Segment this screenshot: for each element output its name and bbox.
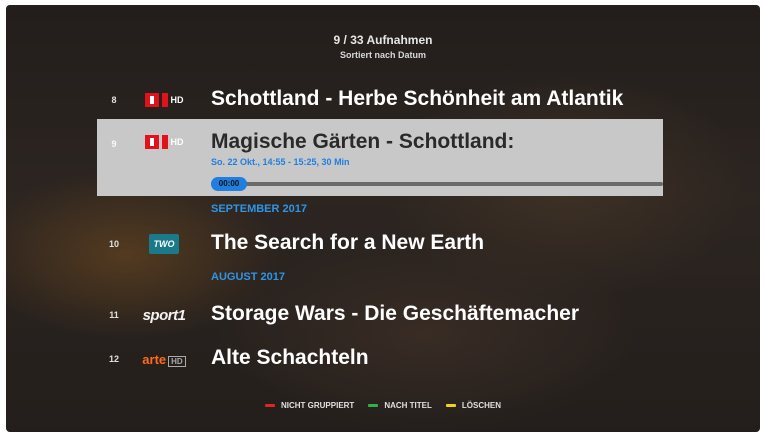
color-key-legend: NICHT GRUPPIERT NACH TITEL LÖSCHEN	[6, 401, 760, 410]
sort-label: Sortiert nach Datum	[339, 50, 426, 60]
red-key-action[interactable]: NICHT GRUPPIERT	[264, 401, 355, 410]
progress-track	[211, 182, 663, 186]
yellow-key-label: LÖSCHEN	[461, 401, 502, 410]
selected-recording-item[interactable]: 9 HD Magische Gärten - Schottland: So. 2…	[97, 119, 663, 196]
arte-logo-icon: arte HD	[142, 352, 186, 367]
header: 9 / 33 Aufnahmen Sortiert nach Datum	[6, 33, 760, 61]
item-number: 11	[109, 310, 119, 320]
item-number: 9	[111, 139, 117, 149]
recording-title: Schottland - Herbe Schönheit am Atlantik	[211, 87, 624, 110]
item-number: 8	[111, 95, 117, 105]
srf-logo-icon: HD	[144, 135, 184, 149]
recording-item[interactable]: 10 TWO The Search for a New Earth	[6, 230, 760, 260]
recording-title: Magische Gärten - Schottland:	[211, 130, 515, 153]
red-key-icon	[264, 404, 275, 407]
srf-logo-icon: HD	[144, 93, 184, 107]
recording-details: So. 22 Okt., 14:55 - 15:25, 30 Min	[211, 157, 350, 167]
channel-logo-bbc-two: TWO	[136, 234, 192, 254]
recordings-count: 9 / 33 Aufnahmen	[333, 33, 433, 47]
item-number: 12	[108, 354, 119, 364]
recording-item[interactable]: 8 HD Schottland - Herbe Schönheit am Atl…	[6, 86, 760, 116]
section-header: AUGUST 2017	[211, 271, 285, 283]
channel-logo-sport1: sport1	[136, 305, 192, 325]
red-key-label: NICHT GRUPPIERT	[280, 401, 355, 410]
item-number: 10	[108, 239, 119, 249]
recording-item[interactable]: 12 arte HD Alte Schachteln	[6, 345, 760, 375]
recordings-screen: 9 / 33 Aufnahmen Sortiert nach Datum 8 H…	[6, 5, 760, 432]
sport1-logo-icon: sport1	[142, 306, 186, 324]
section-header: SEPTEMBER 2017	[211, 203, 307, 215]
yellow-key-icon	[445, 404, 456, 407]
channel-logo-arte-hd: arte HD	[136, 349, 192, 369]
recording-title: Alte Schachteln	[211, 346, 369, 369]
playback-progress[interactable]: 00:00	[211, 177, 663, 191]
green-key-label: NACH TITEL	[384, 401, 432, 410]
channel-logo-srf1hd: HD	[136, 90, 192, 110]
recording-item[interactable]: 11 sport1 Storage Wars - Die Geschäftema…	[6, 301, 760, 331]
green-key-icon	[368, 404, 379, 407]
bbc-two-logo-icon: TWO	[149, 234, 179, 254]
recording-title: Storage Wars - Die Geschäftemacher	[211, 302, 580, 325]
recording-title: The Search for a New Earth	[211, 231, 485, 254]
channel-logo-srf1hd: HD	[136, 132, 192, 152]
progress-time: 00:00	[211, 177, 247, 191]
green-key-action[interactable]: NACH TITEL	[368, 401, 432, 410]
yellow-key-action[interactable]: LÖSCHEN	[445, 401, 502, 410]
